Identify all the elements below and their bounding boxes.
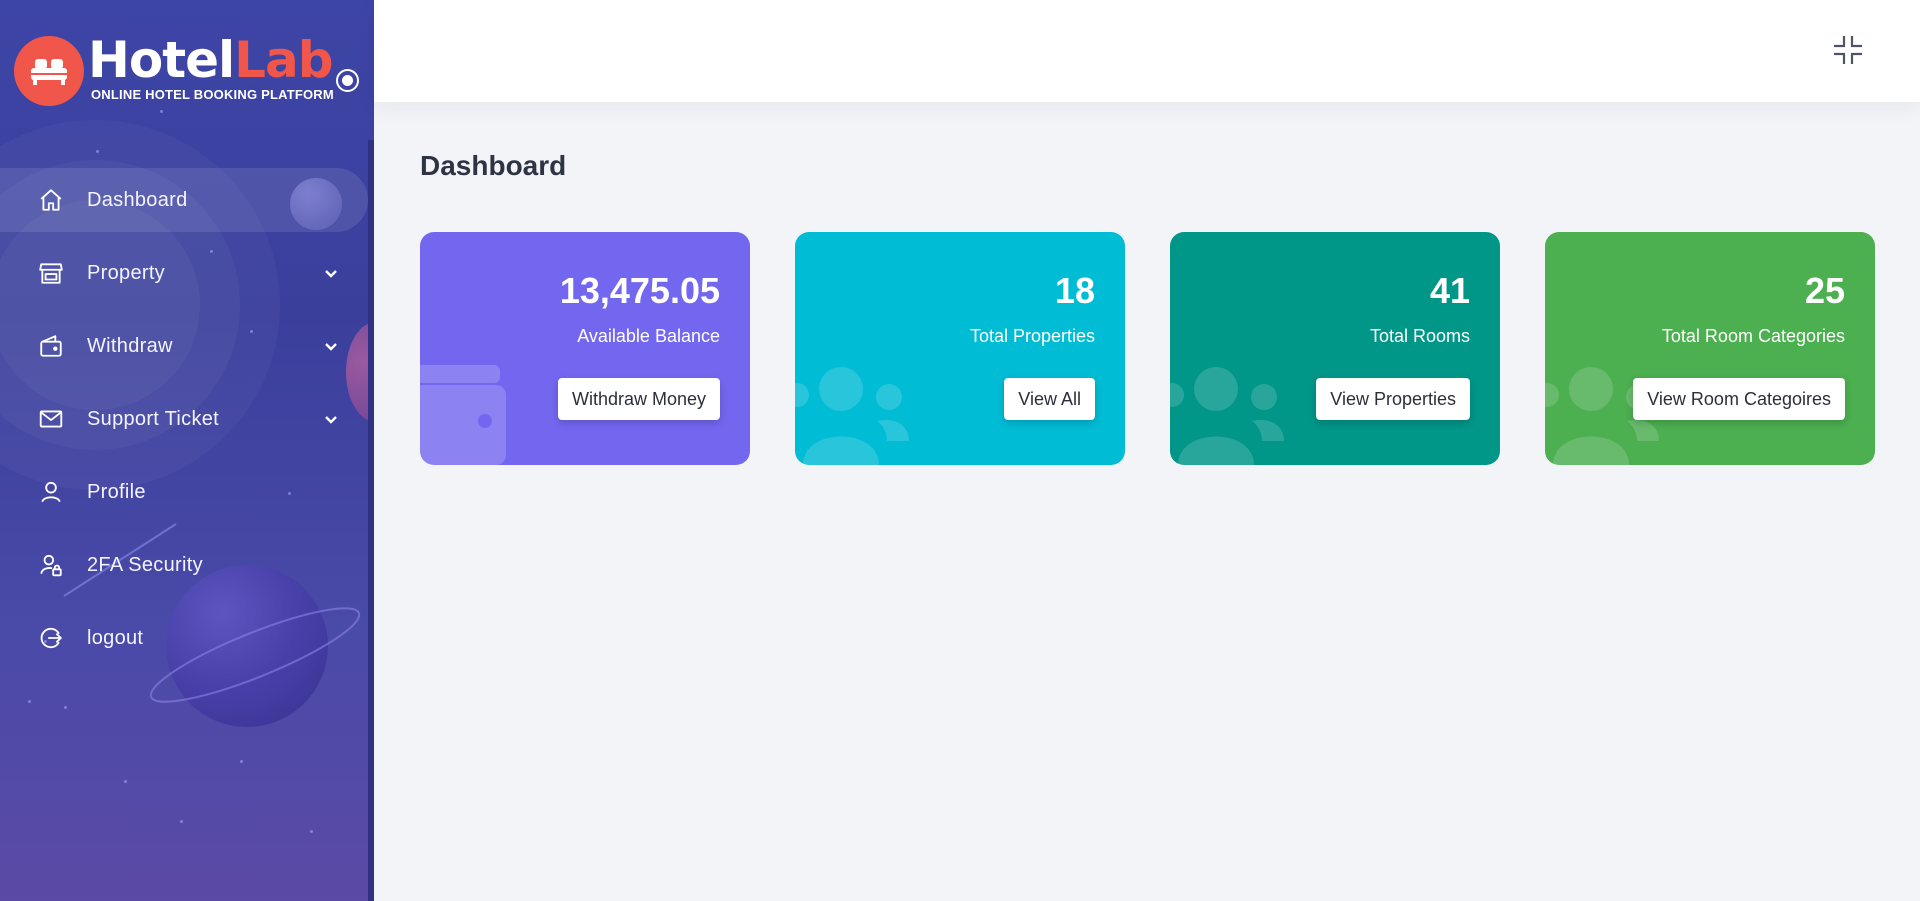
stat-card-total-room-categories: 25 Total Room Categories View Room Categ… bbox=[1545, 232, 1875, 465]
decor-star bbox=[180, 820, 183, 823]
brand-name-part2: Lab bbox=[234, 31, 333, 89]
stat-value: 18 bbox=[1054, 270, 1095, 311]
user-lock-icon bbox=[38, 552, 64, 578]
page-title: Dashboard bbox=[420, 150, 567, 181]
sidebar-item-label: Withdraw bbox=[87, 334, 173, 357]
sidebar-item-logout[interactable]: logout bbox=[0, 606, 374, 670]
sidebar-item-label: logout bbox=[87, 626, 144, 649]
logout-icon bbox=[38, 625, 64, 651]
store-icon bbox=[38, 260, 64, 286]
wallet-icon bbox=[420, 365, 506, 465]
stat-card-total-rooms: 41 Total Rooms View Properties bbox=[1170, 232, 1500, 465]
stat-label: Total Properties bbox=[969, 326, 1095, 346]
view-all-button[interactable]: View All bbox=[1004, 378, 1095, 420]
home-icon bbox=[38, 187, 64, 213]
brand-logo[interactable]: HotelLab ONLINE HOTEL BOOKING PLATFORM bbox=[14, 32, 334, 108]
users-icon bbox=[795, 367, 909, 465]
sidebar-item-label: Dashboard bbox=[87, 188, 188, 211]
sidebar-item-dashboard[interactable]: Dashboard bbox=[0, 168, 368, 232]
decor-star bbox=[124, 780, 127, 783]
chevron-down-icon bbox=[325, 343, 337, 351]
sidebar-item-support-ticket[interactable]: Support Ticket bbox=[0, 387, 374, 451]
wallet-icon bbox=[38, 333, 64, 359]
user-icon bbox=[38, 479, 64, 505]
sidebar-item-profile[interactable]: Profile bbox=[0, 460, 374, 524]
brand-name-part1: Hotel bbox=[88, 31, 235, 89]
stat-value: 13,475.05 bbox=[559, 270, 720, 311]
stat-label: Total Room Categories bbox=[1661, 326, 1845, 346]
stat-card-available-balance: 13,475.05 Available Balance Withdraw Mon… bbox=[420, 232, 750, 465]
topbar bbox=[374, 0, 1920, 102]
view-properties-button[interactable]: View Properties bbox=[1316, 378, 1470, 420]
sidebar-item-label: Property bbox=[87, 261, 165, 284]
brand-tagline: ONLINE HOTEL BOOKING PLATFORM bbox=[91, 87, 334, 102]
chevron-down-icon bbox=[325, 270, 337, 278]
view-room-categories-button[interactable]: View Room Categoires bbox=[1633, 378, 1845, 420]
sidebar-item-label: Profile bbox=[87, 480, 146, 503]
decor-star bbox=[240, 760, 243, 763]
sidebar-item-property[interactable]: Property bbox=[0, 241, 374, 305]
stat-card-total-properties: 18 Total Properties View All bbox=[795, 232, 1125, 465]
stat-value: 25 bbox=[1804, 270, 1845, 311]
sidebar-item-label: Support Ticket bbox=[87, 407, 220, 430]
stat-value: 41 bbox=[1429, 270, 1470, 311]
radio-dot-icon bbox=[342, 75, 353, 86]
bed-icon bbox=[14, 36, 84, 106]
stat-label: Total Rooms bbox=[1369, 326, 1470, 346]
decor-star bbox=[28, 700, 31, 703]
sidebar: HotelLab ONLINE HOTEL BOOKING PLATFORM D… bbox=[0, 0, 374, 901]
withdraw-money-button[interactable]: Withdraw Money bbox=[557, 378, 720, 420]
stat-label: Available Balance bbox=[577, 326, 720, 346]
sidebar-item-withdraw[interactable]: Withdraw bbox=[0, 314, 374, 378]
sidebar-menu: Dashboard Property Withdraw Support Tick… bbox=[0, 168, 374, 679]
compress-icon[interactable] bbox=[1830, 32, 1866, 68]
envelope-icon bbox=[38, 406, 64, 432]
sidebar-item-2fa-security[interactable]: 2FA Security bbox=[0, 533, 374, 597]
sidebar-collapse-toggle[interactable] bbox=[336, 69, 359, 92]
sidebar-item-label: 2FA Security bbox=[87, 553, 203, 576]
users-icon bbox=[1170, 367, 1284, 465]
chevron-down-icon bbox=[325, 416, 337, 424]
decor-star bbox=[64, 706, 67, 709]
decor-star bbox=[96, 150, 99, 153]
decor-star bbox=[310, 830, 313, 833]
decor-star bbox=[160, 110, 163, 113]
brand-name: HotelLab bbox=[88, 31, 334, 89]
